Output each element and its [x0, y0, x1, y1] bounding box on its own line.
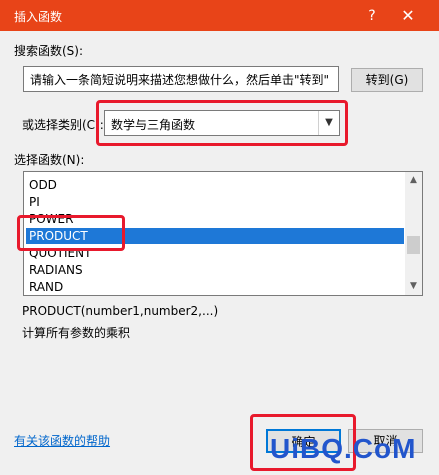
category-label: 或选择类别(C):	[22, 118, 104, 132]
list-item[interactable]: RAND	[26, 279, 404, 295]
scroll-down-icon[interactable]: ▼	[405, 278, 422, 295]
function-list-label: 选择函数(N):	[14, 153, 85, 167]
window-title: 插入函数	[14, 10, 63, 24]
function-signature: PRODUCT(number1,number2,...)	[22, 304, 219, 318]
search-label: 搜索函数(S):	[14, 44, 84, 58]
category-highlight-box	[96, 100, 348, 146]
close-icon[interactable]: ✕	[393, 4, 423, 28]
product-highlight-box	[17, 215, 125, 251]
title-bar: 插入函数 ? ✕	[0, 0, 439, 31]
scroll-thumb[interactable]	[407, 236, 420, 254]
help-icon[interactable]: ?	[357, 4, 387, 28]
go-button[interactable]: 转到(G)	[351, 68, 423, 92]
scroll-up-icon[interactable]: ▲	[405, 172, 422, 189]
function-description: 计算所有参数的乘积	[22, 326, 131, 340]
scrollbar[interactable]: ▲ ▼	[405, 172, 422, 295]
watermark-logo: UiBQ.CoM	[270, 433, 417, 464]
function-help-link[interactable]: 有关该函数的帮助	[14, 432, 110, 449]
list-item[interactable]: ODD	[26, 177, 404, 193]
search-input[interactable]: 请输入一条简短说明来描述您想做什么，然后单击"转到"	[23, 66, 339, 92]
list-item[interactable]: RADIANS	[26, 262, 404, 278]
list-item[interactable]: PI	[26, 194, 404, 210]
